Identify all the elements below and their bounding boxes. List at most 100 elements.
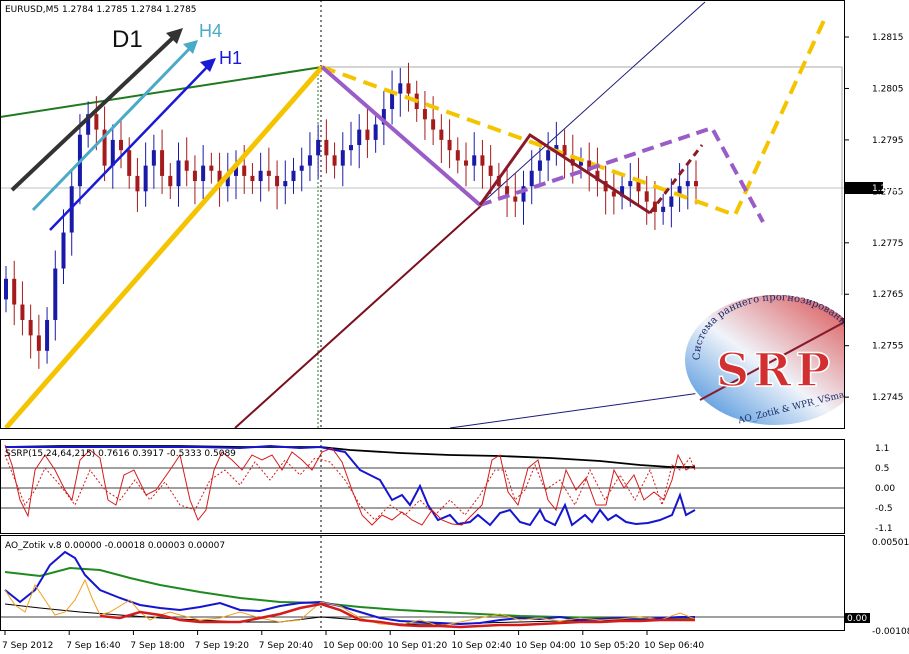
candle-body xyxy=(45,319,50,351)
candle-body xyxy=(275,175,280,187)
candle-body xyxy=(669,196,674,207)
x-tick-label: 10 Sep 01:20 xyxy=(387,641,447,651)
h4-label: H4 xyxy=(199,21,222,41)
candle-body xyxy=(464,160,468,166)
ssrp-axis: 1.1 0.5 0.00 -0.5 -1.1 xyxy=(875,444,895,534)
candle-body xyxy=(439,129,444,140)
candle-body xyxy=(628,181,633,187)
d1-label: D1 xyxy=(112,26,143,53)
candle-body xyxy=(53,268,58,320)
candle-body xyxy=(4,278,8,300)
candle-body xyxy=(250,175,255,182)
svg-text:-1.1: -1.1 xyxy=(875,524,893,534)
candle-body xyxy=(685,181,690,187)
candle-body xyxy=(209,165,214,171)
candle-body xyxy=(316,139,321,156)
candle-body xyxy=(398,83,403,94)
candle-body xyxy=(184,160,189,171)
candle-body xyxy=(365,129,370,140)
candle-body xyxy=(20,304,25,320)
h1-label: H1 xyxy=(219,48,242,68)
x-tick-label: 10 Sep 04:00 xyxy=(516,641,576,651)
y-tick-label: 1.2745 xyxy=(872,393,904,403)
candle-body xyxy=(480,155,485,166)
candle-body xyxy=(192,170,197,182)
candle-body xyxy=(357,129,362,146)
x-tick-label: 10 Sep 00:00 xyxy=(323,641,383,651)
candle-body xyxy=(537,160,542,171)
candle-body xyxy=(299,165,304,171)
candle-body xyxy=(340,150,345,166)
svg-text:0.00: 0.00 xyxy=(875,484,895,494)
current-price-tag: 1.2785 xyxy=(845,182,904,194)
candle-body xyxy=(332,155,337,166)
time-axis: 7 Sep 2012 7 Sep 16:40 7 Sep 18:00 7 Sep 19… xyxy=(2,630,704,651)
chart-window: D1 H4 H1 Система раннего прогнозирования… xyxy=(0,0,909,651)
candle-body xyxy=(143,165,148,192)
candle-body xyxy=(455,150,460,161)
candle-body xyxy=(119,139,123,151)
candle-body xyxy=(36,335,41,351)
candle-body xyxy=(324,139,329,156)
candle-body xyxy=(168,175,173,187)
candle-body xyxy=(694,181,698,187)
candle-body xyxy=(12,278,17,305)
candle-body xyxy=(472,155,477,166)
svg-text:0.00: 0.00 xyxy=(847,614,867,624)
candle-body xyxy=(242,165,247,176)
main-chart-title: EURUSD,M5 1.2784 1.2785 1.2784 1.2785 xyxy=(5,5,197,15)
candle-body xyxy=(488,165,493,176)
candle-body xyxy=(135,175,140,192)
candle-body xyxy=(258,170,263,182)
x-tick-label: 10 Sep 02:40 xyxy=(451,641,511,651)
ssrp-title: SSRP(15,24,64,215) 0.7616 0.3917 -0.5333… xyxy=(5,449,236,459)
candle-body xyxy=(644,191,649,202)
candle-body xyxy=(447,139,452,151)
svg-text:0.5: 0.5 xyxy=(875,464,889,474)
candle-body xyxy=(373,124,378,140)
x-tick-label: 7 Sep 2012 xyxy=(2,641,53,651)
srp-letters: SRP xyxy=(716,343,834,397)
y-tick-label: 1.2775 xyxy=(872,239,904,249)
candle-body xyxy=(266,170,271,176)
candle-body xyxy=(390,93,395,110)
candle-body xyxy=(160,150,165,176)
x-tick-label: 7 Sep 20:40 xyxy=(259,641,314,651)
candle-body xyxy=(406,83,411,94)
y-tick-label: 1.2815 xyxy=(872,33,904,43)
candle-body xyxy=(61,232,66,269)
candle-body xyxy=(283,181,288,187)
y-tick-label: 1.2805 xyxy=(872,84,904,94)
svg-text:-0.00108: -0.00108 xyxy=(872,627,909,637)
ao-axis: 0.00501 0.00 -0.00108 xyxy=(845,538,909,637)
x-tick-label: 10 Sep 06:40 xyxy=(644,641,704,651)
svg-text:1.2785: 1.2785 xyxy=(872,184,904,194)
candle-body xyxy=(422,109,427,120)
svg-text:0.00501: 0.00501 xyxy=(872,538,909,548)
x-tick-label: 7 Sep 19:20 xyxy=(195,641,250,651)
y-tick-label: 1.2755 xyxy=(872,342,904,352)
candle-body xyxy=(546,150,551,161)
y-tick-label: 1.2765 xyxy=(872,290,904,300)
candle-body xyxy=(431,119,436,130)
candle-body xyxy=(28,319,33,336)
svg-text:-0.5: -0.5 xyxy=(875,504,893,514)
candle-body xyxy=(513,196,518,202)
price-axis: 1.2815 1.2805 1.2795 1.2785 1.2775 1.2765 1.27… xyxy=(844,33,904,403)
candle-body xyxy=(176,160,181,187)
y-tick-label: 1.2795 xyxy=(872,136,904,146)
candle-body xyxy=(127,150,132,176)
candle-body xyxy=(349,145,353,151)
candle-body xyxy=(661,206,666,212)
candle-body xyxy=(201,165,206,182)
candle-body xyxy=(94,114,99,130)
svg-text:1.1: 1.1 xyxy=(875,444,889,454)
candle-body xyxy=(151,150,156,166)
srp-logo: Система раннего прогнозирования SRP AO_Z… xyxy=(683,292,844,427)
candle-body xyxy=(307,155,312,166)
candle-body xyxy=(291,170,296,182)
x-tick-label: 10 Sep 05:20 xyxy=(580,641,640,651)
candle-body xyxy=(529,170,534,187)
ao-title: AO_Zotik v.8 0.00000 -0.00018 0.00003 0.… xyxy=(5,541,225,551)
x-tick-label: 7 Sep 18:00 xyxy=(130,641,185,651)
